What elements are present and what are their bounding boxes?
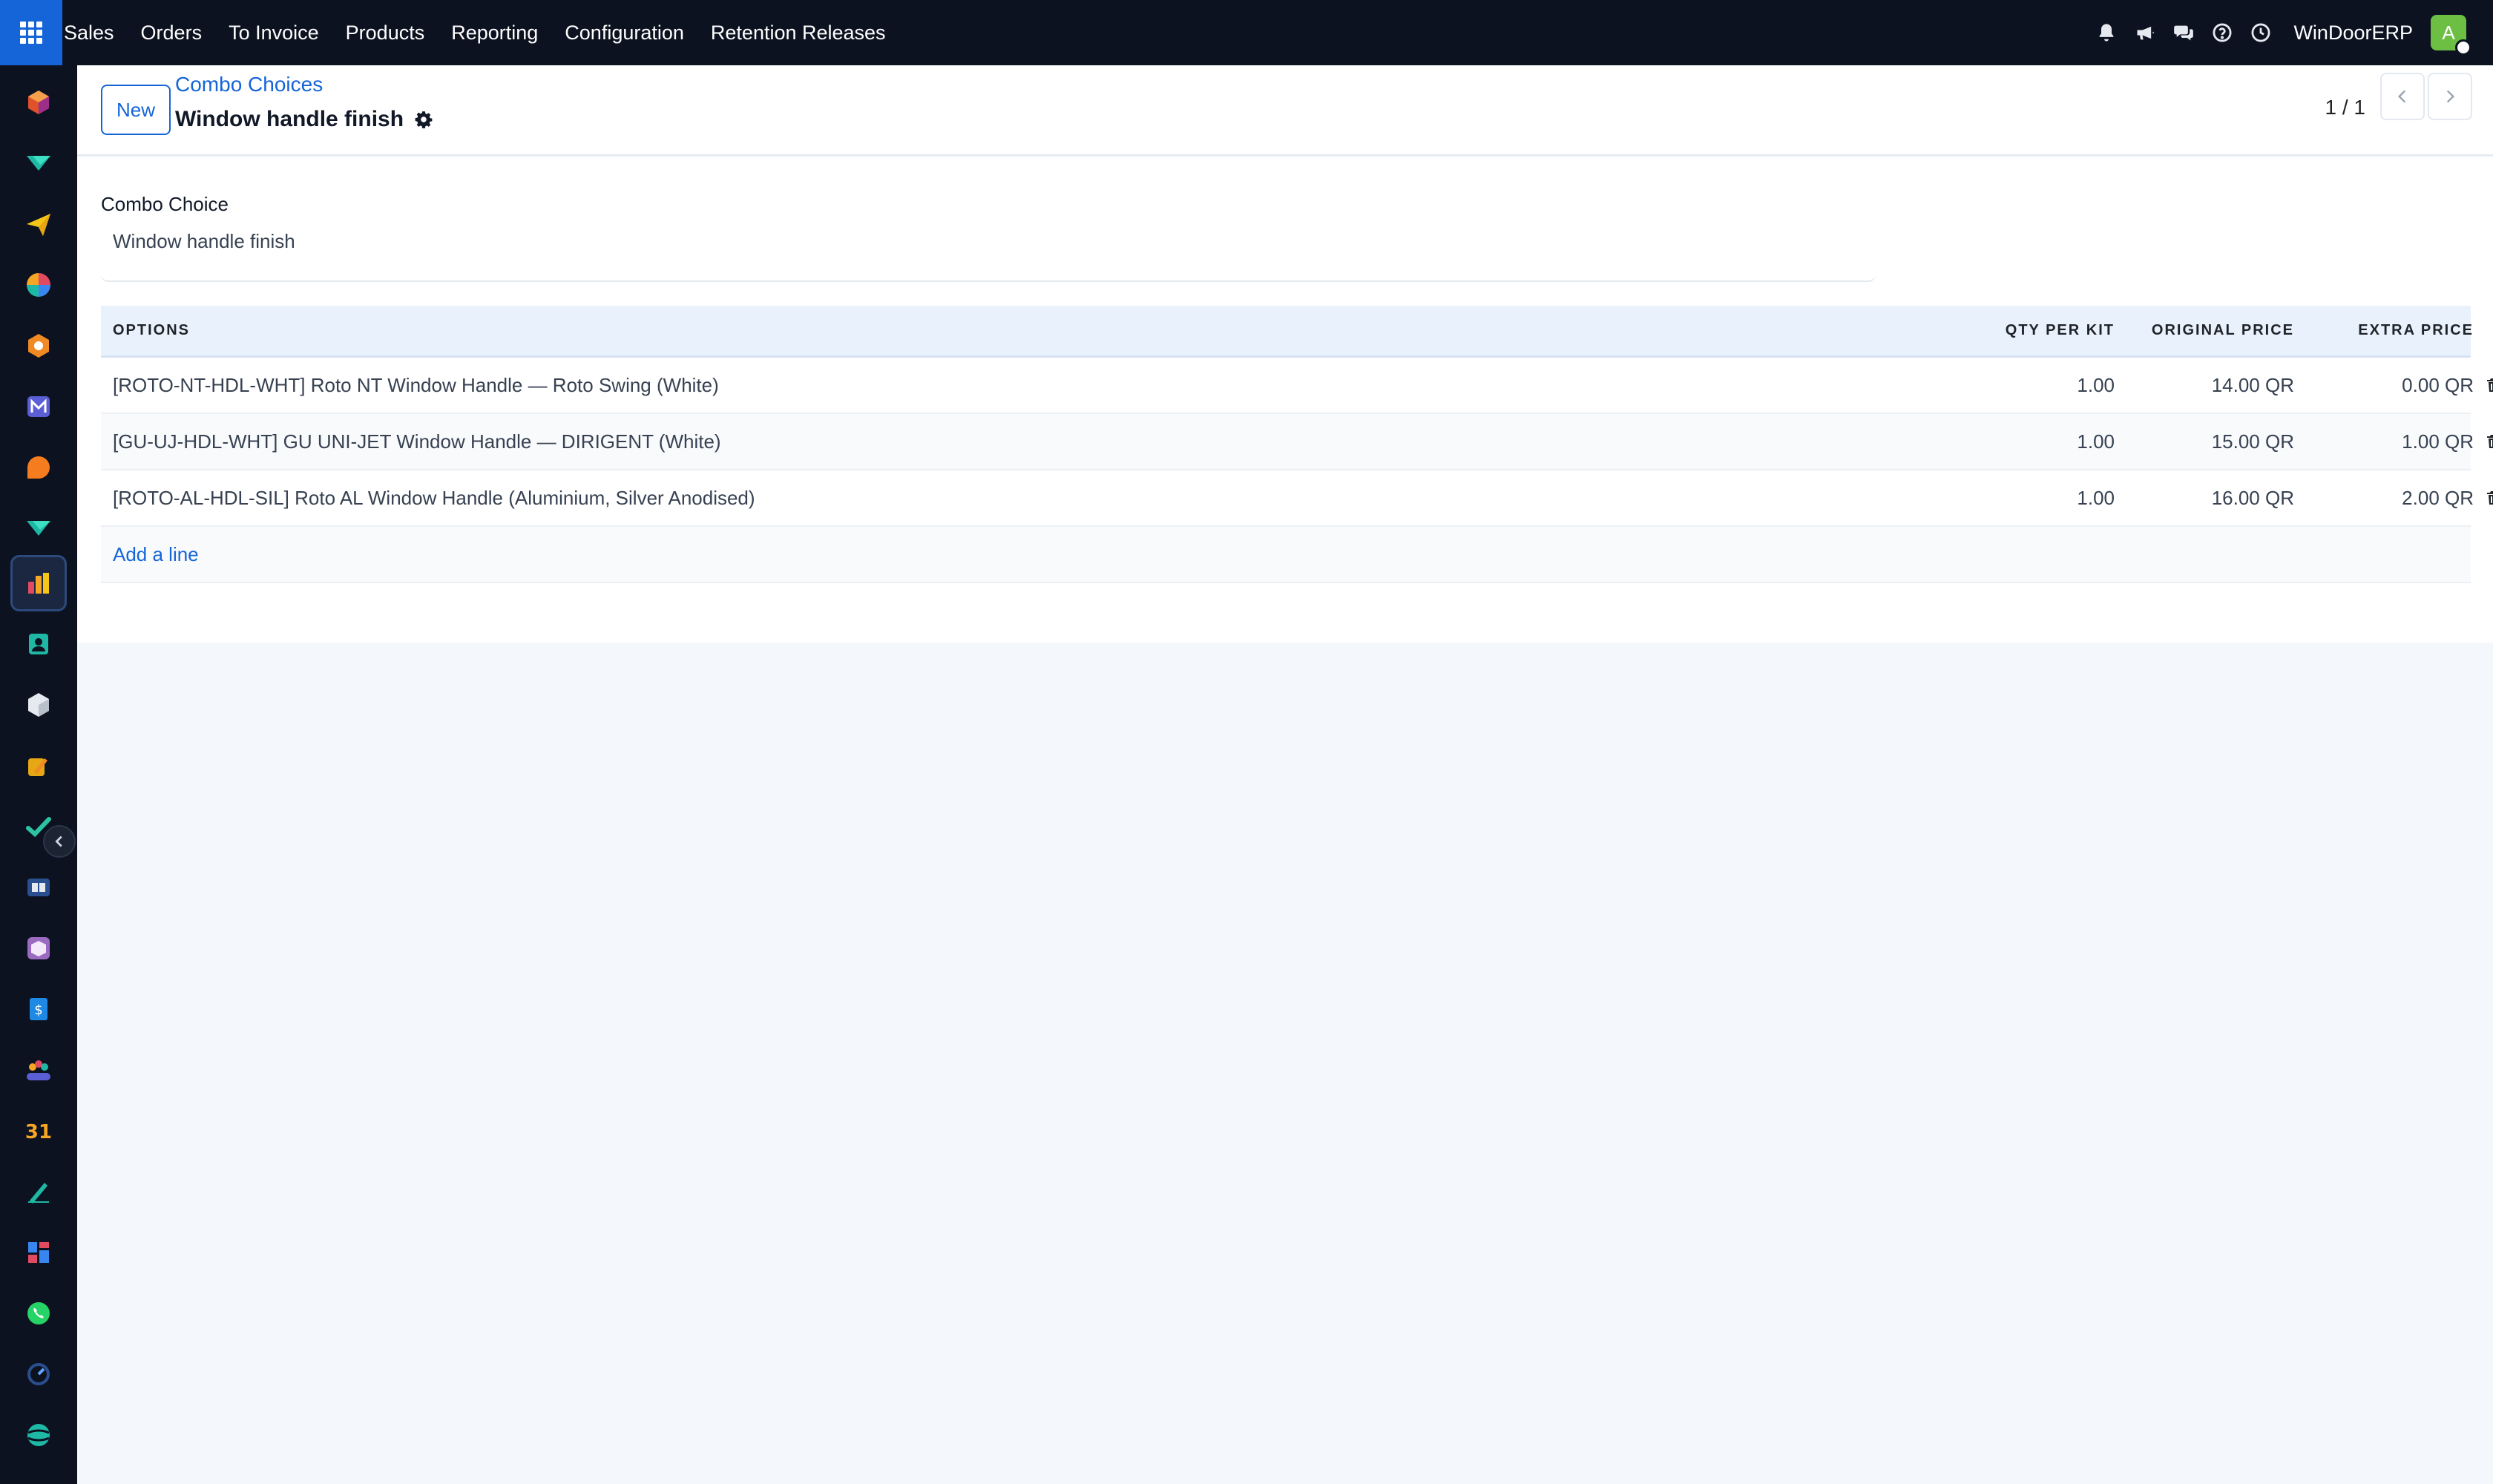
app-cube-icon[interactable]	[10, 74, 67, 131]
whatsapp-icon[interactable]	[10, 1285, 67, 1342]
app-pie-icon[interactable]	[10, 257, 67, 313]
menu-products[interactable]: Products	[332, 0, 439, 65]
app-invoice-icon[interactable]: $	[10, 981, 67, 1037]
svg-text:31: 31	[25, 1121, 52, 1143]
app-globe-icon[interactable]	[10, 1407, 67, 1463]
form-sheet: Combo Choice Window handle finish OPTION…	[77, 157, 2493, 643]
menu-orders[interactable]: Orders	[128, 0, 216, 65]
app-brush-icon[interactable]	[10, 738, 67, 794]
menu-configuration[interactable]: Configuration	[551, 0, 697, 65]
option-cell[interactable]: [GU-UJ-HDL-WHT] GU UNI-JET Window Handle…	[101, 430, 1934, 453]
app-calendar-icon[interactable]: 31	[10, 1103, 67, 1159]
pager: 1 / 1	[2325, 83, 2365, 132]
table-header: OPTIONS QTY PER KIT ORIGINAL PRICE EXTRA…	[101, 306, 2474, 358]
delete-row-button[interactable]	[2474, 489, 2493, 507]
delete-row-button[interactable]	[2474, 376, 2493, 394]
app-mail-icon[interactable]	[10, 378, 67, 435]
systray: WinDoorERP A	[2087, 0, 2493, 65]
app-sales-icon[interactable]	[10, 555, 67, 611]
megaphone-icon[interactable]	[2126, 0, 2164, 65]
table-row[interactable]: [GU-UJ-HDL-WHT] GU UNI-JET Window Handle…	[101, 414, 2493, 470]
column-qty-per-kit[interactable]: QTY PER KIT	[1934, 322, 2115, 339]
option-cell[interactable]: [ROTO-AL-HDL-SIL] Roto AL Window Handle …	[101, 487, 1934, 510]
column-options[interactable]: OPTIONS	[101, 322, 1934, 339]
delete-row-button[interactable]	[2474, 433, 2493, 450]
menu-reporting[interactable]: Reporting	[438, 0, 551, 65]
app-gauge-icon[interactable]	[10, 1346, 67, 1402]
app-sidebar: $ 31	[0, 65, 77, 1484]
svg-text:$: $	[34, 1002, 42, 1018]
table-row[interactable]: [ROTO-AL-HDL-SIL] Roto AL Window Handle …	[101, 470, 2493, 527]
main-menu: Sales Orders To Invoice Products Reporti…	[62, 0, 899, 65]
trash-icon	[2487, 378, 2493, 392]
clock-icon[interactable]	[2241, 0, 2280, 65]
app-bubble-icon[interactable]	[10, 439, 67, 496]
new-button[interactable]: New	[101, 85, 171, 135]
chevron-left-icon	[2397, 90, 2406, 103]
company-switcher[interactable]: WinDoorERP	[2293, 22, 2413, 45]
menu-sales[interactable]: Sales	[62, 0, 128, 65]
app-discuss-icon[interactable]	[10, 135, 67, 191]
status-dot	[2455, 39, 2471, 56]
app-contacts-icon[interactable]	[10, 616, 67, 672]
bell-icon[interactable]	[2087, 0, 2126, 65]
breadcrumb[interactable]: Combo Choices	[175, 73, 323, 96]
chevron-right-icon	[2446, 90, 2455, 103]
combo-choice-field[interactable]: Window handle finish	[101, 217, 1876, 282]
app-employees-icon[interactable]	[10, 1042, 67, 1098]
app-hexagon-icon[interactable]	[10, 318, 67, 374]
chat-icon[interactable]	[2164, 0, 2203, 65]
app-inventory-icon[interactable]	[10, 920, 67, 976]
combo-choice-label: Combo Choice	[101, 193, 229, 215]
app-dashboard-icon[interactable]	[10, 1224, 67, 1281]
table-row[interactable]: [ROTO-NT-HDL-WHT] Roto NT Window Handle …	[101, 358, 2493, 414]
option-cell[interactable]: [ROTO-NT-HDL-WHT] Roto NT Window Handle …	[101, 374, 1934, 397]
qty-cell[interactable]: 1.00	[1934, 430, 2115, 453]
qty-cell[interactable]: 1.00	[1934, 374, 2115, 397]
extra-price-cell[interactable]: 1.00 QR	[2294, 430, 2474, 453]
column-original-price[interactable]: ORIGINAL PRICE	[2115, 322, 2294, 339]
avatar[interactable]: A	[2431, 15, 2471, 56]
page-title: Window handle finish	[175, 107, 433, 132]
help-icon[interactable]	[2203, 0, 2241, 65]
qty-cell[interactable]: 1.00	[1934, 487, 2115, 510]
app-menu-button[interactable]	[0, 0, 62, 65]
column-extra-price[interactable]: EXTRA PRICE	[2294, 322, 2474, 339]
app-sign-icon[interactable]	[10, 1163, 67, 1220]
pager-previous-button[interactable]	[2380, 73, 2425, 120]
options-table: OPTIONS QTY PER KIT ORIGINAL PRICE EXTRA…	[101, 306, 2493, 583]
gear-icon[interactable]	[414, 110, 433, 129]
add-line-row: Add a line	[101, 527, 2471, 583]
original-price-cell: 16.00 QR	[2211, 486, 2294, 509]
menu-retention-releases[interactable]: Retention Releases	[697, 0, 899, 65]
extra-price-cell[interactable]: 2.00 QR	[2294, 487, 2474, 510]
app-knowledge-icon[interactable]	[10, 859, 67, 916]
pager-value[interactable]: 1 / 1	[2325, 96, 2365, 119]
extra-price-cell[interactable]: 0.00 QR	[2294, 374, 2474, 397]
trash-icon	[2487, 435, 2493, 448]
pager-next-button[interactable]	[2428, 73, 2472, 120]
add-line-link[interactable]: Add a line	[113, 543, 199, 566]
collapse-sidebar-button[interactable]	[43, 825, 76, 858]
chevron-left-icon	[55, 835, 62, 847]
trash-icon	[2487, 491, 2493, 505]
top-navbar: Sales Orders To Invoice Products Reporti…	[0, 0, 2493, 65]
app-box-icon[interactable]	[10, 677, 67, 733]
app-send-icon[interactable]	[10, 196, 67, 252]
menu-to-invoice[interactable]: To Invoice	[215, 0, 332, 65]
original-price-cell: 15.00 QR	[2211, 430, 2294, 453]
avatar-letter: A	[2442, 21, 2455, 44]
app-discuss-alt-icon[interactable]	[10, 500, 67, 556]
grid-icon	[20, 22, 42, 44]
control-panel: New Combo Choices Window handle finish 1…	[77, 65, 2493, 156]
record-name: Window handle finish	[175, 107, 404, 131]
original-price-cell: 14.00 QR	[2211, 373, 2294, 396]
